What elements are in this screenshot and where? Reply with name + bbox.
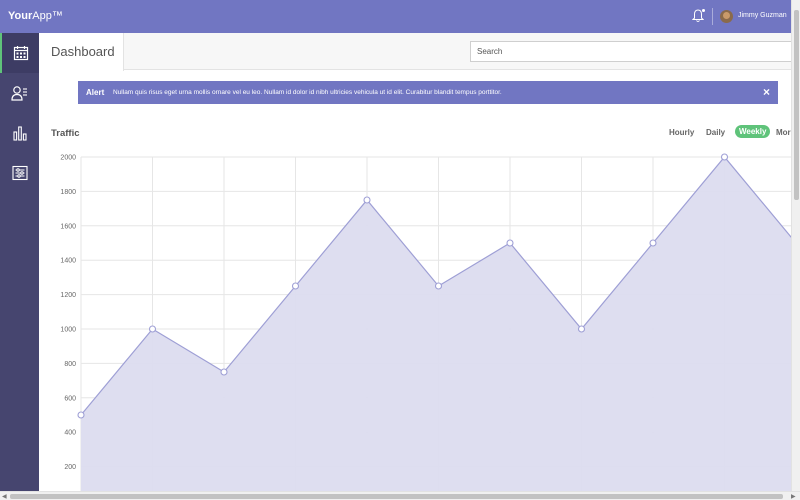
vertical-scrollbar[interactable] <box>791 0 800 491</box>
range-monthly[interactable]: Mor <box>776 128 791 137</box>
tab-dashboard[interactable]: Dashboard <box>39 33 124 71</box>
data-point <box>577 325 586 333</box>
horizontal-scrollbar[interactable]: ◀ ▶ <box>0 491 800 500</box>
data-point <box>434 282 443 290</box>
y-tick-label: 1000 <box>60 327 76 334</box>
users-list-icon <box>11 86 27 101</box>
y-tick-label: 800 <box>64 361 76 368</box>
calendar-icon <box>13 46 28 61</box>
sidebar-item-reports[interactable] <box>0 113 39 153</box>
alert-text: Nullam quis risus eget urna mollis ornar… <box>113 89 502 96</box>
data-point <box>506 239 514 247</box>
data-point <box>220 368 228 376</box>
sidebar-item-users[interactable] <box>0 73 39 113</box>
data-point <box>77 411 85 419</box>
notification-dot <box>702 9 705 12</box>
top-bar: YourApp™ Jimmy Guzman <box>0 0 800 33</box>
y-tick-label: 200 <box>64 464 76 471</box>
header-divider <box>712 8 713 25</box>
bar-chart-icon <box>12 126 27 141</box>
data-point <box>720 153 729 161</box>
scroll-left-icon[interactable]: ◀ <box>2 493 7 500</box>
logo-light: App™ <box>32 10 63 22</box>
sidebar-item-calendar[interactable] <box>0 33 39 73</box>
range-hourly[interactable]: Hourly <box>669 128 694 137</box>
data-point <box>291 282 300 290</box>
y-tick-label: 1200 <box>60 292 76 299</box>
alert-title: Alert <box>86 88 105 97</box>
y-tick-label: 1400 <box>60 258 76 265</box>
alert-banner: Alert Nullam quis risus eget urna mollis… <box>78 81 778 104</box>
app-logo[interactable]: YourApp™ <box>8 10 63 22</box>
data-point <box>649 239 657 247</box>
username[interactable]: Jimmy Guzman <box>738 12 787 19</box>
logo-bold: Your <box>8 10 33 22</box>
settings-sliders-icon <box>11 165 28 181</box>
range-daily[interactable]: Daily <box>706 128 725 137</box>
vertical-scroll-thumb[interactable] <box>794 10 799 200</box>
y-tick-label: 1800 <box>60 189 76 196</box>
sidebar-item-settings[interactable] <box>0 153 39 193</box>
y-tick-label: 1600 <box>60 223 76 230</box>
y-tick-label: 600 <box>64 395 76 402</box>
main-content: Dashboard Alert Nullam quis risus eget u… <box>39 33 800 500</box>
avatar[interactable] <box>720 10 733 23</box>
data-point <box>363 196 371 204</box>
traffic-title: Traffic <box>51 128 80 139</box>
tab-bar: Dashboard <box>39 33 800 71</box>
horizontal-scroll-thumb[interactable] <box>10 494 783 499</box>
close-icon[interactable]: × <box>763 86 770 98</box>
y-tick-label: 2000 <box>60 155 76 162</box>
search-input[interactable] <box>470 41 800 62</box>
y-tick-label: 400 <box>64 430 76 437</box>
traffic-chart: 200 400 600 800 1000 1200 1400 1600 1800 2000 <box>60 153 800 500</box>
range-weekly[interactable]: Weekly <box>735 125 771 138</box>
scroll-right-icon[interactable]: ▶ <box>791 493 796 500</box>
sidebar <box>0 33 39 500</box>
data-point <box>148 325 157 333</box>
